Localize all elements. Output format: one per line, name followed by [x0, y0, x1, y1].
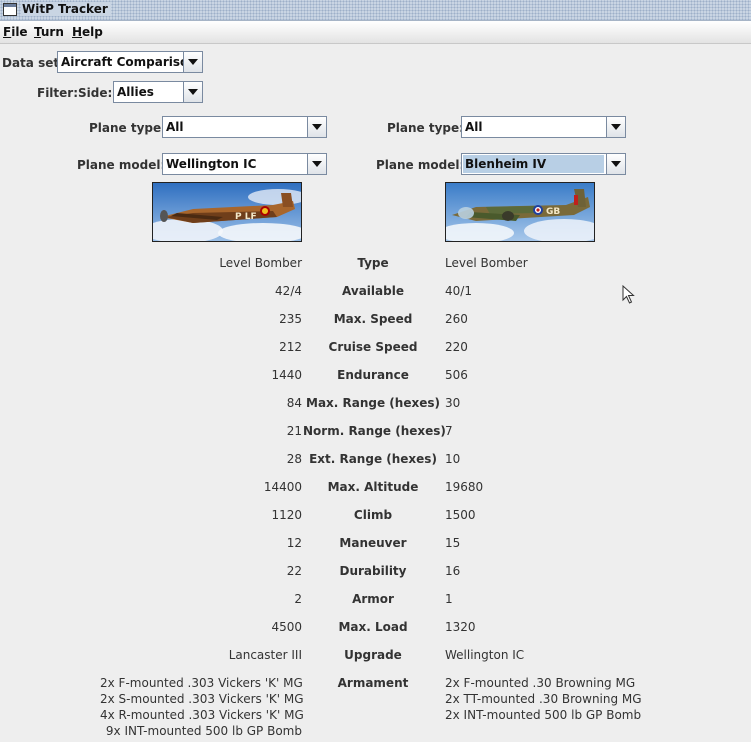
left-aircraft-illustration: P LF — [153, 183, 301, 241]
attribute-label: Cruise Speed — [328, 340, 418, 354]
left-value: 235 — [279, 312, 302, 326]
left-plane-model-value: Wellington IC — [166, 157, 257, 171]
attribute-label: Upgrade — [344, 648, 402, 662]
left-value: 2 — [294, 592, 302, 606]
left-value: 84 — [286, 396, 302, 410]
left-value: Lancaster III — [228, 648, 302, 662]
chevron-down-icon[interactable] — [606, 117, 625, 137]
dataset-label: Data set: — [2, 56, 64, 70]
attribute-label: Endurance — [337, 368, 409, 382]
left-armament-list: 2x F-mounted .303 Vickers 'K' MG 2x S-mo… — [100, 675, 304, 739]
right-value: 7 — [445, 424, 453, 438]
window-title: WitP Tracker — [21, 2, 111, 16]
attribute-label: Norm. Range (hexes) — [303, 424, 446, 438]
chevron-down-icon[interactable] — [307, 154, 326, 174]
right-plane-type-select[interactable]: All — [461, 116, 626, 138]
right-value: 1500 — [445, 508, 476, 522]
left-armament-item: 9x INT-mounted 500 lb GP Bomb — [105, 724, 302, 738]
right-plane-type-label: Plane type: — [387, 121, 464, 135]
menu-help[interactable]: Help — [72, 25, 103, 39]
left-aircraft-image: P LF — [152, 182, 302, 242]
right-value: 1 — [445, 592, 453, 606]
right-plane-model-label: Plane model: — [376, 158, 465, 172]
attribute-label: Type — [357, 256, 389, 270]
attribute-label: Ext. Range (hexes) — [309, 452, 437, 466]
attribute-label: Max. Altitude — [327, 480, 419, 494]
left-value: 1120 — [271, 508, 302, 522]
chevron-down-icon[interactable] — [183, 82, 202, 102]
right-value: 260 — [445, 312, 468, 326]
left-armament-item: 2x S-mounted .303 Vickers 'K' MG — [100, 692, 304, 706]
right-value: 1320 — [445, 620, 476, 634]
attribute-label: Durability — [339, 564, 407, 578]
left-value: 4500 — [271, 620, 302, 634]
right-aircraft-markings: GB — [546, 207, 560, 217]
right-value: 10 — [445, 452, 461, 466]
left-plane-model-label: Plane model: — [77, 158, 166, 172]
menu-turn[interactable]: Turn — [34, 25, 64, 39]
left-plane-type-select[interactable]: All — [162, 116, 327, 138]
left-armament-item: 4x R-mounted .303 Vickers 'K' MG — [100, 708, 304, 722]
right-value: 506 — [445, 368, 468, 382]
armament-label: Armament — [337, 676, 409, 690]
attribute-label: Available — [342, 284, 404, 298]
right-armament-item: 2x TT-mounted .30 Browning MG — [445, 692, 642, 706]
left-value: 12 — [286, 536, 302, 550]
left-value: 1440 — [271, 368, 302, 382]
right-value: 15 — [445, 536, 461, 550]
dataset-value: Aircraft Comparison — [61, 55, 197, 69]
left-value: 212 — [279, 340, 302, 354]
left-value: 22 — [286, 564, 302, 578]
side-label: Side: — [78, 86, 113, 100]
right-value: Wellington IC — [445, 648, 525, 662]
left-value: 21 — [286, 424, 302, 438]
right-plane-model-select[interactable]: Blenheim IV — [461, 153, 626, 175]
window-icon[interactable] — [3, 3, 17, 16]
attribute-label: Armor — [352, 592, 394, 606]
right-value: 30 — [445, 396, 461, 410]
right-value: 40/1 — [445, 284, 472, 298]
dataset-select[interactable]: Aircraft Comparison — [57, 51, 203, 73]
left-value: 28 — [286, 452, 302, 466]
left-armament-item: 2x F-mounted .303 Vickers 'K' MG — [100, 676, 303, 690]
right-armament-item: 2x INT-mounted 500 lb GP Bomb — [445, 708, 642, 722]
left-aircraft-markings: P LF — [235, 212, 257, 222]
chevron-down-icon[interactable] — [183, 52, 202, 72]
title-bar[interactable]: WitP Tracker — [0, 0, 751, 21]
right-aircraft-illustration: GB — [446, 183, 594, 241]
chevron-down-icon[interactable] — [307, 117, 326, 137]
left-value: 42/4 — [275, 284, 302, 298]
right-aircraft-image: GB — [445, 182, 595, 242]
right-plane-type-value: All — [465, 120, 483, 134]
right-plane-model-value: Blenheim IV — [463, 155, 604, 173]
left-value: 14400 — [263, 480, 302, 494]
chevron-down-icon[interactable] — [606, 154, 625, 174]
menu-file[interactable]: File — [3, 25, 28, 39]
right-armament-item: 2x F-mounted .30 Browning MG — [445, 676, 636, 690]
attribute-label: Max. Speed — [333, 312, 413, 326]
menu-bar: File Turn Help — [0, 21, 751, 44]
side-select[interactable]: Allies — [113, 81, 203, 103]
attribute-label: Maneuver — [339, 536, 407, 550]
right-value: 19680 — [445, 480, 484, 494]
right-armament-list: 2x F-mounted .30 Browning MG 2x TT-mount… — [445, 675, 642, 723]
left-value: Level Bomber — [219, 256, 302, 270]
left-plane-type-value: All — [166, 120, 184, 134]
attribute-label: Max. Load — [338, 620, 408, 634]
right-value: 16 — [445, 564, 461, 578]
mouse-pointer-icon — [622, 285, 635, 304]
left-plane-model-select[interactable]: Wellington IC — [162, 153, 327, 175]
right-value: Level Bomber — [445, 256, 528, 270]
attribute-label: Max. Range (hexes) — [306, 396, 440, 410]
side-value: Allies — [117, 85, 154, 99]
left-plane-type-label: Plane type: — [89, 121, 166, 135]
right-value: 220 — [445, 340, 468, 354]
filter-label: Filter: — [37, 86, 79, 100]
attribute-label: Climb — [353, 508, 393, 522]
